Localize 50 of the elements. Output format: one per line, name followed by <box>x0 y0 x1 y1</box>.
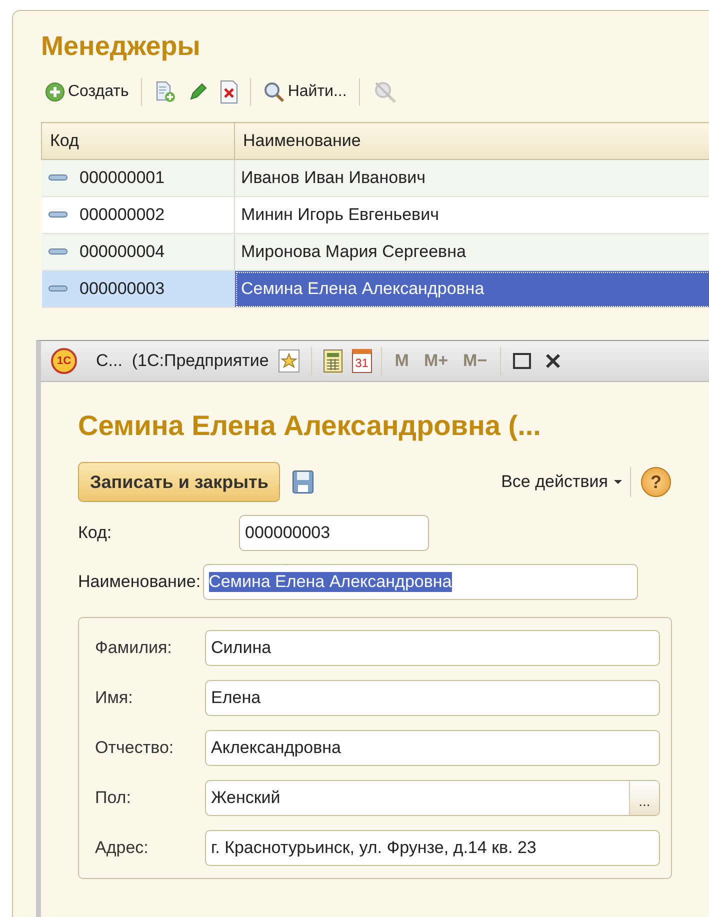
name-cell[interactable]: Семина Елена Александровна <box>234 270 709 308</box>
field-label: Пол: <box>95 788 132 808</box>
name-cell[interactable]: Миронова Мария Сергеевна <box>234 234 709 270</box>
code-text: 000000001 <box>80 168 165 188</box>
window-title: С... (1С:Предприятие <box>96 351 269 371</box>
input-field[interactable]: Аклександровна <box>205 730 660 766</box>
field-label: Фамилия: <box>95 638 173 658</box>
code-cell[interactable]: 000000003 <box>42 270 234 308</box>
input-field[interactable]: Елена <box>205 680 660 716</box>
field-label: Отчество: <box>95 738 175 758</box>
code-cell[interactable]: 000000001 <box>42 160 234 196</box>
element-icon <box>48 174 68 182</box>
calculator-icon[interactable] <box>322 349 343 373</box>
maximize-icon[interactable] <box>512 351 532 371</box>
element-icon <box>48 285 68 293</box>
help-button[interactable]: ? <box>641 467 671 497</box>
choice-button[interactable]: ... <box>629 781 659 815</box>
code-cell[interactable]: 000000004 <box>42 234 234 270</box>
calendar-icon[interactable]: 31 <box>352 349 372 373</box>
add-icon <box>45 82 65 102</box>
code-cell[interactable]: 000000002 <box>42 196 234 234</box>
field-label: Наименование: <box>78 572 201 592</box>
column-header[interactable]: Наименование <box>234 122 709 160</box>
pencil-icon[interactable] <box>188 82 208 102</box>
delete-icon[interactable] <box>220 80 238 104</box>
field-label: Адрес: <box>95 838 150 858</box>
element-icon <box>48 211 68 219</box>
input-field[interactable]: Силина <box>205 630 660 666</box>
find-button[interactable]: Найти... <box>260 79 349 105</box>
input-field[interactable]: Семина Елена Александровна <box>202 564 638 600</box>
name-cell[interactable]: Иванов Иван Иванович <box>234 160 709 196</box>
all-actions-menu[interactable]: Все действия <box>493 472 630 492</box>
search-icon <box>262 81 285 103</box>
code-text: 000000002 <box>80 205 165 225</box>
code-text: 000000003 <box>80 279 165 299</box>
list-title: Менеджеры <box>41 31 202 62</box>
code-text: 000000004 <box>80 242 165 262</box>
copy-document-icon[interactable] <box>154 81 176 103</box>
input-field[interactable]: Женский ... <box>205 780 660 816</box>
form-heading: Семина Елена Александровна (... <box>78 410 542 442</box>
column-header[interactable]: Код <box>42 122 234 160</box>
name-cell[interactable]: Минин Игорь Евгеньевич <box>234 196 709 234</box>
input-field[interactable]: г. Краснотурьинск, ул. Фрунзе, д.14 кв. 23 <box>205 830 660 866</box>
field-label: Имя: <box>95 688 134 708</box>
element-icon <box>48 248 68 256</box>
field-label: Код: <box>78 523 113 543</box>
app-logo: 1С <box>51 348 77 374</box>
save-and-close-button[interactable]: Записать и закрыть <box>78 462 280 502</box>
create-button[interactable]: Создать <box>43 80 131 104</box>
input-field[interactable]: 000000003 <box>239 515 429 551</box>
